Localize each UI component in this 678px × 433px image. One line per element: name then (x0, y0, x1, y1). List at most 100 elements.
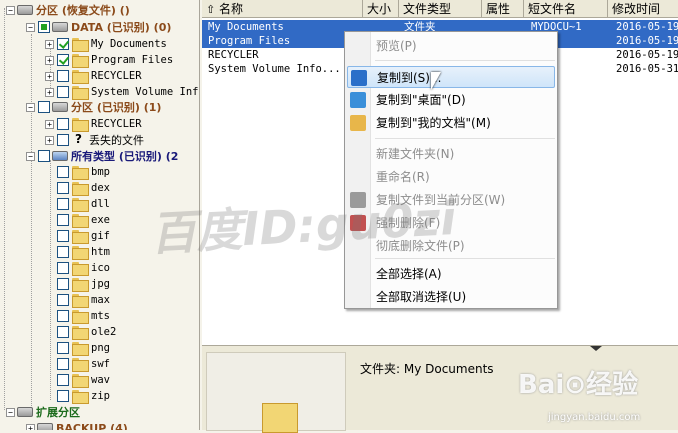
expand-toggle[interactable]: + (45, 135, 54, 145)
tree-node-label: RECYCLER (91, 70, 142, 82)
folder-checkbox[interactable] (57, 118, 69, 130)
menu-item[interactable]: 复制到"桌面"(D) (347, 89, 555, 111)
menu-item-label: 复制到"桌面"(D) (376, 93, 466, 107)
tree-node-type-gif[interactable]: gif (45, 228, 110, 244)
column-header-modified[interactable]: 修改时间 (608, 0, 678, 18)
expand-toggle[interactable]: + (45, 119, 54, 129)
expand-toggle[interactable]: + (45, 55, 54, 65)
partition-checkbox[interactable] (38, 21, 50, 33)
tree-node-label: dex (91, 182, 110, 194)
tree-node-data-partition[interactable]: − DATA (已识别) (0) (26, 19, 171, 35)
menu-item[interactable]: 彻底删除文件(P) (347, 235, 555, 257)
tree-node-extended[interactable]: − 扩展分区 (6, 404, 80, 420)
tree-node-backup[interactable]: + BACKUP (4) (26, 420, 128, 430)
type-checkbox[interactable] (57, 166, 69, 178)
collapse-toggle[interactable]: − (26, 22, 35, 32)
folder-icon (72, 310, 89, 324)
type-checkbox[interactable] (57, 198, 69, 210)
tree-node-lost-files[interactable]: + 丢失的文件 (45, 132, 144, 148)
expand-toggle[interactable]: + (45, 39, 54, 49)
tree-node-recycler-2[interactable]: + RECYCLER (45, 116, 142, 132)
folder-icon (72, 38, 89, 52)
type-checkbox[interactable] (57, 230, 69, 242)
type-checkbox[interactable] (57, 310, 69, 322)
menu-item[interactable]: 复制文件到当前分区(W) (347, 189, 555, 211)
tree-node-type-ico[interactable]: ico (45, 260, 110, 276)
collapse-toggle[interactable]: − (26, 151, 35, 161)
menu-item-label: 彻底删除文件(P) (376, 239, 465, 253)
tree-node-type-htm[interactable]: htm (45, 244, 110, 260)
column-header-type[interactable]: 文件类型 (399, 0, 482, 18)
menu-item[interactable]: 强制删除(F) (347, 212, 555, 234)
type-checkbox[interactable] (57, 278, 69, 290)
tree-node-type-exe[interactable]: exe (45, 212, 110, 228)
question-icon (72, 132, 86, 147)
tree-node-label: swf (91, 358, 110, 370)
tree-node-recycler[interactable]: + RECYCLER (45, 68, 142, 84)
tree-node-root[interactable]: − 分区 (恢复文件) () (6, 2, 130, 18)
folder-checkbox[interactable] (57, 86, 69, 98)
menu-item-label: 预览(P) (376, 39, 417, 53)
tree-node-type-mts[interactable]: mts (45, 308, 110, 324)
type-checkbox[interactable] (57, 326, 69, 338)
tree-node-my-documents[interactable]: + My Documents (45, 36, 167, 52)
collapse-toggle[interactable]: − (6, 407, 15, 417)
tree-node-label: jpg (91, 278, 110, 290)
expand-toggle[interactable]: + (26, 423, 35, 430)
type-checkbox[interactable] (38, 150, 50, 162)
tree-node-type-jpg[interactable]: jpg (45, 276, 110, 292)
tree-node-type-wav[interactable]: wav (45, 372, 110, 388)
menu-item[interactable]: 全部取消选择(U) (347, 286, 555, 308)
tree-node-type-png[interactable]: png (45, 340, 110, 356)
partition-checkbox[interactable] (38, 101, 50, 113)
tree-node-type-zip[interactable]: zip (45, 388, 110, 404)
tree-node-type-dex[interactable]: dex (45, 180, 110, 196)
tree-node-type-dll[interactable]: dll (45, 196, 110, 212)
tree-node-label: My Documents (91, 38, 167, 50)
type-checkbox[interactable] (57, 214, 69, 226)
tree-node-type-swf[interactable]: swf (45, 356, 110, 372)
column-header-shortname[interactable]: 短文件名 (524, 0, 608, 18)
menu-item[interactable]: 新建文件夹(N) (347, 143, 555, 165)
type-checkbox[interactable] (57, 294, 69, 306)
tree-node-type-max[interactable]: max (45, 292, 110, 308)
collapse-toggle[interactable]: − (6, 5, 15, 15)
tree-node-type-bmp[interactable]: bmp (45, 164, 110, 180)
type-checkbox[interactable] (57, 390, 69, 402)
folder-icon (72, 166, 89, 180)
type-checkbox[interactable] (57, 262, 69, 274)
tree-node-system-volume[interactable]: + System Volume Inf (45, 84, 198, 100)
tree-node-label: 分区 (已识别) (1) (71, 101, 162, 114)
tree-node-label: 丢失的文件 (89, 134, 144, 147)
type-checkbox[interactable] (57, 358, 69, 370)
tree-node-program-files[interactable]: + Program Files (45, 52, 173, 68)
menu-item[interactable]: 全部选择(A) (347, 263, 555, 285)
expand-toggle[interactable]: + (45, 71, 54, 81)
menu-item[interactable]: 复制到"我的文档"(M) (347, 112, 555, 134)
type-checkbox[interactable] (57, 374, 69, 386)
collapse-arrow-icon[interactable] (590, 346, 602, 351)
column-header-name[interactable]: ⇧ 名称 (202, 0, 363, 18)
folder-checkbox[interactable] (57, 38, 69, 50)
tree-node-type-ole2[interactable]: ole2 (45, 324, 116, 340)
menu-item[interactable]: 重命名(R) (347, 166, 555, 188)
folder-checkbox[interactable] (57, 70, 69, 82)
type-checkbox[interactable] (57, 182, 69, 194)
folder-checkbox[interactable] (57, 54, 69, 66)
type-checkbox[interactable] (57, 342, 69, 354)
folder-icon (262, 403, 298, 433)
collapse-toggle[interactable]: − (26, 102, 35, 112)
tree-node-all-types[interactable]: − 所有类型 (已识别) (2 (26, 148, 178, 164)
tree-node-label: png (91, 342, 110, 354)
menu-item[interactable]: 复制到(S)... (347, 66, 555, 88)
folder-icon (72, 198, 89, 212)
expand-toggle[interactable]: + (45, 87, 54, 97)
column-header-attr[interactable]: 属性 (482, 0, 524, 18)
menu-item[interactable]: 预览(P) (347, 35, 555, 57)
folder-checkbox[interactable] (57, 134, 69, 146)
copy-partition-icon (350, 192, 366, 208)
column-header-size[interactable]: 大小 (363, 0, 399, 18)
folder-icon (72, 70, 89, 84)
type-checkbox[interactable] (57, 246, 69, 258)
tree-node-recognized-partition[interactable]: − 分区 (已识别) (1) (26, 99, 161, 115)
